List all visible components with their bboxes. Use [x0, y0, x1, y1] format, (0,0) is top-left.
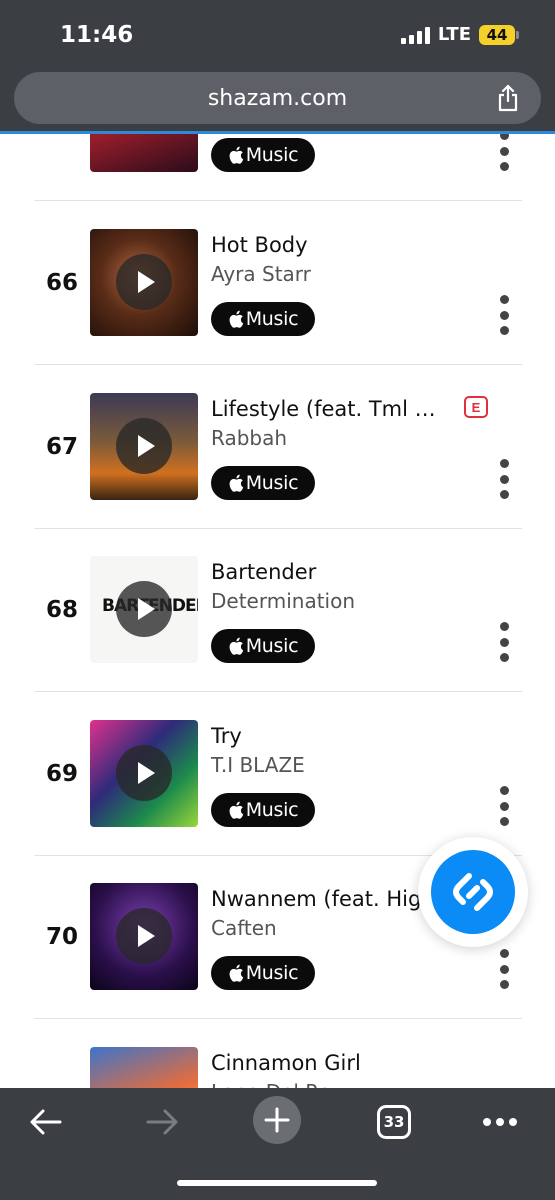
apple-icon: [229, 801, 243, 819]
more-options-icon[interactable]: [496, 949, 512, 989]
more-icon[interactable]: [480, 1102, 520, 1142]
apple-music-label: Music: [245, 472, 299, 494]
tabs-button[interactable]: 33: [376, 1102, 412, 1142]
track-row: 68 BARTENDER Bartender Determination Mus…: [34, 528, 522, 692]
track-artist[interactable]: T.I BLAZE: [211, 753, 305, 777]
album-cover[interactable]: [90, 720, 198, 827]
more-options-icon[interactable]: [496, 459, 512, 499]
shazam-button[interactable]: [418, 837, 528, 947]
album-cover[interactable]: [90, 229, 198, 336]
track-artist[interactable]: Rabbah: [211, 426, 287, 450]
explicit-badge: E: [464, 396, 488, 418]
address-bar[interactable]: shazam.com: [14, 72, 541, 124]
apple-music-label: Music: [245, 962, 299, 984]
apple-icon: [229, 146, 243, 164]
track-artist[interactable]: Caften: [211, 916, 277, 940]
forward-arrow-icon[interactable]: [142, 1102, 182, 1142]
apple-icon: [229, 637, 243, 655]
apple-music-button[interactable]: Music: [211, 793, 315, 827]
home-indicator: [177, 1180, 377, 1186]
apple-music-label: Music: [245, 144, 299, 166]
track-row: 66 Hot Body Ayra Starr Music: [34, 201, 522, 365]
track-rank: 69: [45, 761, 78, 787]
track-title[interactable]: Try: [211, 724, 449, 748]
apple-music-button[interactable]: Music: [211, 138, 315, 172]
track-row: 67 Lifestyle (feat. Tml Vi... E Rabbah M…: [34, 365, 522, 529]
plus-icon: [253, 1096, 301, 1144]
shazam-logo-icon: [431, 850, 515, 934]
track-title[interactable]: Hot Body: [211, 233, 449, 257]
signal-icon: [400, 26, 430, 44]
url-text: shazam.com: [207, 85, 348, 111]
apple-music-button[interactable]: Music: [211, 466, 315, 500]
track-rank: 68: [45, 597, 78, 623]
apple-icon: [229, 310, 243, 328]
album-cover[interactable]: [90, 393, 198, 500]
apple-music-label: Music: [245, 799, 299, 821]
album-cover[interactable]: BARTENDER: [90, 556, 198, 663]
track-artist[interactable]: Determination: [211, 589, 355, 613]
track-rank: 67: [45, 434, 78, 460]
status-indicators: LTE 44: [400, 24, 519, 45]
track-rank: 70: [45, 924, 78, 950]
apple-music-button[interactable]: Music: [211, 956, 315, 990]
track-title[interactable]: Nwannem (feat. Hig: [211, 887, 449, 911]
track-artist[interactable]: Ayra Starr: [211, 262, 311, 286]
more-options-icon[interactable]: [496, 131, 512, 171]
apple-icon: [229, 474, 243, 492]
tabs-icon: 33: [377, 1105, 411, 1139]
status-time: 11:46: [60, 22, 134, 48]
apple-music-label: Music: [245, 635, 299, 657]
apple-music-button[interactable]: Music: [211, 629, 315, 663]
share-icon[interactable]: [495, 84, 521, 112]
more-options-icon[interactable]: [496, 295, 512, 335]
apple-music-label: Music: [245, 308, 299, 330]
back-arrow-icon[interactable]: [26, 1102, 66, 1142]
play-icon[interactable]: [116, 581, 172, 637]
more-options-icon[interactable]: [496, 622, 512, 662]
track-row: 69 Try T.I BLAZE Music: [34, 692, 522, 856]
network-type: LTE: [437, 24, 471, 45]
album-cover[interactable]: [90, 883, 198, 990]
apple-icon: [229, 964, 243, 982]
play-icon[interactable]: [116, 418, 172, 474]
more-options-icon[interactable]: [496, 786, 512, 826]
shazam-mark: [453, 873, 493, 911]
track-title[interactable]: Lifestyle (feat. Tml Vi...: [211, 397, 449, 421]
play-icon[interactable]: [116, 745, 172, 801]
browser-top-bar: 11:46 LTE 44 shazam.com: [0, 0, 555, 134]
battery-level: 44: [486, 25, 508, 44]
track-rank: 66: [45, 270, 78, 296]
play-icon[interactable]: [116, 908, 172, 964]
track-title[interactable]: Cinnamon Girl: [211, 1051, 449, 1075]
apple-music-button[interactable]: Music: [211, 302, 315, 336]
play-icon[interactable]: [116, 254, 172, 310]
battery-icon: 44: [479, 24, 519, 45]
new-tab-button[interactable]: [253, 1096, 301, 1144]
track-title[interactable]: Bartender: [211, 560, 449, 584]
